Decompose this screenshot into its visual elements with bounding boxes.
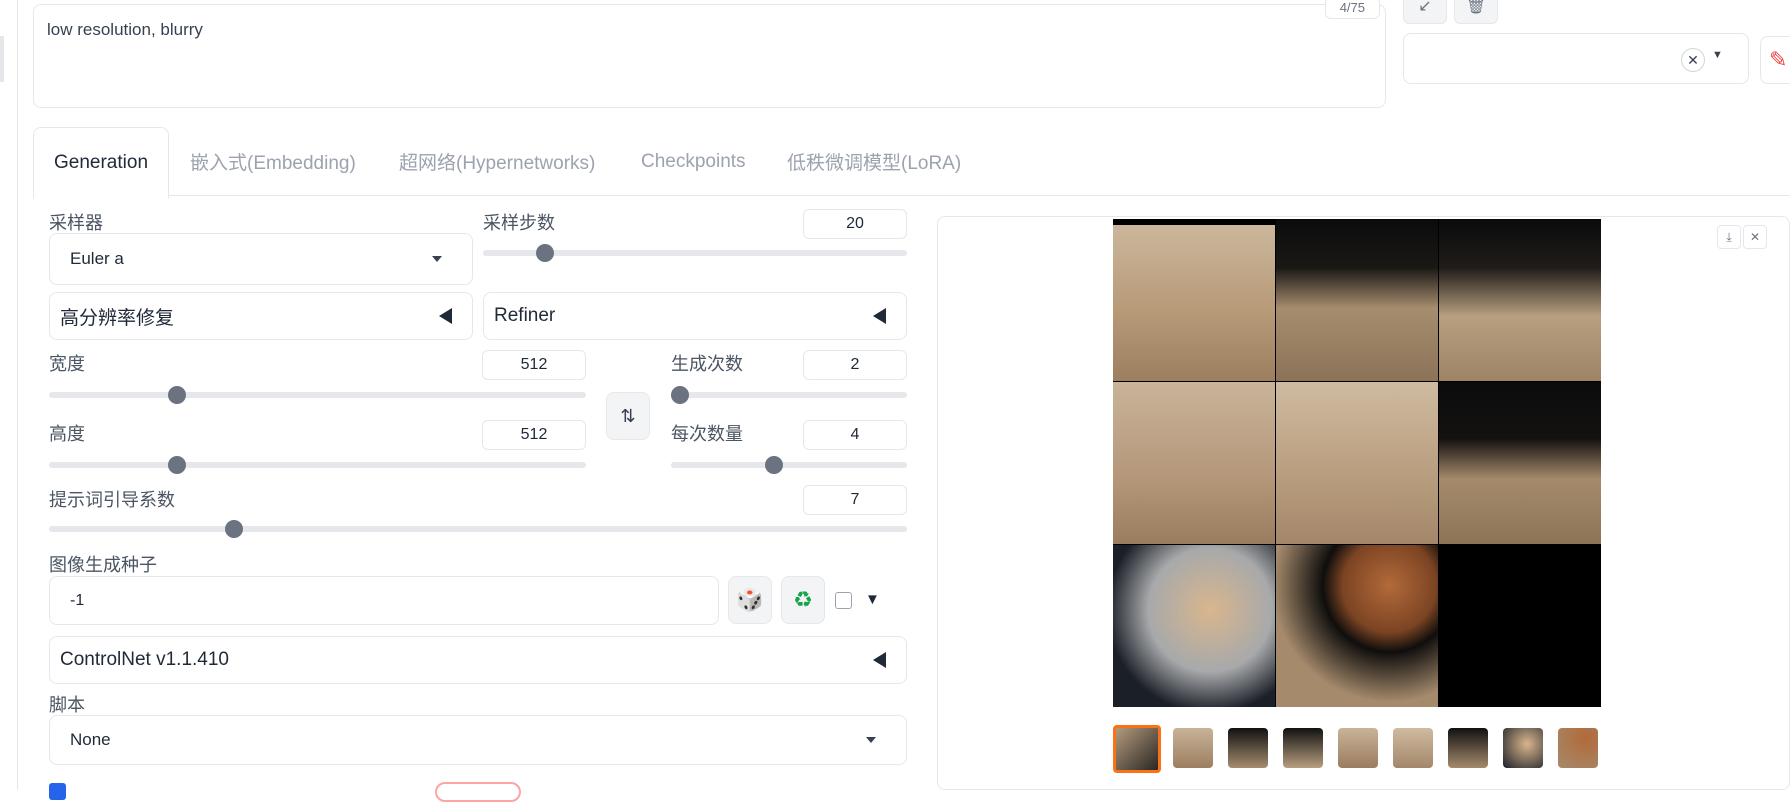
gallery-thumb-4[interactable]: [1338, 728, 1378, 768]
collapse-triangle-icon: [439, 308, 452, 324]
gallery-thumb-8[interactable]: [1558, 728, 1598, 768]
close-icon: ✕: [1749, 230, 1761, 244]
output-gallery: ⤓ ✕: [937, 216, 1790, 790]
tab-checkpoints[interactable]: Checkpoints: [641, 127, 746, 196]
batch-size-input[interactable]: 4: [803, 420, 907, 450]
chevron-down-icon: [866, 737, 876, 743]
expand-triangle-icon[interactable]: ▼: [865, 591, 880, 608]
seed-label: 图像生成种子: [49, 555, 157, 575]
height-slider[interactable]: [49, 456, 586, 474]
width-slider-thumb[interactable]: [168, 386, 187, 404]
width-label: 宽度: [49, 354, 85, 374]
steps-input[interactable]: 20: [803, 209, 907, 239]
download-button[interactable]: ⤓: [1717, 225, 1741, 249]
batch-count-slider-thumb[interactable]: [671, 386, 689, 404]
tab-hypernetworks[interactable]: 超网络(Hypernetworks): [399, 127, 595, 196]
batch-count-label: 生成次数: [671, 354, 743, 374]
dice-icon: 🎲: [736, 587, 764, 612]
grid-image-1: [1113, 225, 1275, 381]
sampler-value: Euler a: [70, 249, 124, 268]
grid-image-5: [1276, 382, 1438, 544]
image-grid-preview[interactable]: [1113, 219, 1601, 707]
edit-styles-button[interactable]: ✎: [1760, 36, 1790, 84]
script-label: 脚本: [49, 695, 85, 715]
styles-select[interactable]: ✕ ▼: [1403, 33, 1749, 84]
width-input[interactable]: 512: [482, 350, 586, 380]
grid-image-2: [1276, 219, 1438, 381]
steps-label: 采样步数: [483, 213, 555, 233]
hires-fix-accordion[interactable]: 高分辨率修复: [49, 292, 473, 340]
gallery-thumb-2[interactable]: [1228, 728, 1268, 768]
sampler-select[interactable]: Euler a: [49, 233, 473, 285]
hires-fix-label: 高分辨率修复: [60, 307, 175, 329]
height-input[interactable]: 512: [482, 420, 586, 450]
refiner-accordion[interactable]: Refiner: [483, 292, 907, 340]
batch-size-label: 每次数量: [671, 424, 743, 444]
batch-size-slider-thumb[interactable]: [764, 456, 783, 474]
arrow-down-left-icon: ↙: [1418, 0, 1432, 15]
batch-count-slider[interactable]: [671, 386, 907, 404]
trash-icon: 🗑: [1465, 0, 1487, 15]
bottom-checkbox[interactable]: [49, 783, 66, 800]
random-seed-button[interactable]: 🎲: [728, 576, 772, 624]
left-panel-edge: [0, 0, 18, 790]
gallery-thumb-3[interactable]: [1283, 728, 1323, 768]
height-slider-thumb[interactable]: [168, 456, 187, 474]
gallery-thumb-1[interactable]: [1173, 728, 1213, 768]
bottom-pill-button[interactable]: [435, 782, 521, 802]
extra-seed-checkbox[interactable]: [835, 592, 852, 609]
sampler-label: 采样器: [49, 213, 103, 233]
grid-image-4: [1113, 382, 1275, 544]
collapse-triangle-icon: [873, 652, 886, 668]
refiner-label: Refiner: [494, 305, 556, 326]
batch-count-input[interactable]: 2: [803, 350, 907, 380]
tab-generation[interactable]: Generation: [33, 127, 170, 199]
controlnet-accordion[interactable]: ControlNet v1.1.410: [49, 636, 907, 684]
tab-lora[interactable]: 低秩微调模型(LoRA): [787, 127, 961, 196]
seed-value: -1: [70, 591, 85, 609]
grid-image-8: [1276, 545, 1438, 707]
batch-size-slider[interactable]: [671, 456, 907, 474]
grid-image-7: [1113, 545, 1275, 707]
swap-arrows-icon: ⇅: [620, 405, 636, 426]
reuse-seed-button[interactable]: ♻: [781, 576, 825, 624]
cfg-slider[interactable]: [49, 520, 907, 538]
seed-input[interactable]: -1: [49, 576, 719, 625]
swap-dimensions-button[interactable]: ⇅: [606, 392, 650, 440]
controlnet-label: ControlNet v1.1.410: [60, 649, 229, 670]
negative-prompt-textarea[interactable]: low resolution, blurry 4/75: [33, 0, 1386, 108]
collapse-triangle-icon: [873, 308, 886, 324]
pencil-icon: ✎: [1769, 47, 1788, 72]
steps-slider-thumb[interactable]: [535, 244, 554, 262]
tab-bar: Generation 嵌入式(Embedding) 超网络(Hypernetwo…: [33, 127, 1790, 199]
gallery-thumb-grid[interactable]: [1113, 725, 1161, 773]
cfg-input[interactable]: 7: [803, 485, 907, 515]
grid-image-6: [1439, 382, 1601, 544]
script-select[interactable]: None: [49, 715, 907, 765]
gallery-thumb-7[interactable]: [1503, 728, 1543, 768]
download-icon: ⤓: [1726, 229, 1732, 244]
gallery-thumb-5[interactable]: [1393, 728, 1433, 768]
chevron-down-icon: ▼: [1712, 49, 1723, 61]
width-slider[interactable]: [49, 386, 586, 404]
grid-image-3: [1439, 219, 1601, 381]
restore-arrow-button[interactable]: ↙: [1403, 0, 1447, 24]
clear-icon[interactable]: ✕: [1681, 48, 1705, 72]
negative-prompt-text: low resolution, blurry: [47, 20, 203, 39]
close-gallery-button[interactable]: ✕: [1743, 225, 1767, 249]
tab-embedding[interactable]: 嵌入式(Embedding): [190, 127, 356, 196]
height-label: 高度: [49, 424, 85, 444]
token-counter: 4/75: [1324, 0, 1380, 19]
chevron-down-icon: [432, 256, 442, 262]
recycle-icon: ♻: [793, 587, 813, 612]
steps-slider[interactable]: [483, 244, 907, 262]
cfg-slider-thumb[interactable]: [225, 520, 244, 538]
script-value: None: [70, 730, 111, 749]
gallery-thumb-6[interactable]: [1448, 728, 1488, 768]
clear-prompt-button[interactable]: 🗑: [1454, 0, 1498, 24]
cfg-label: 提示词引导系数: [49, 490, 175, 510]
